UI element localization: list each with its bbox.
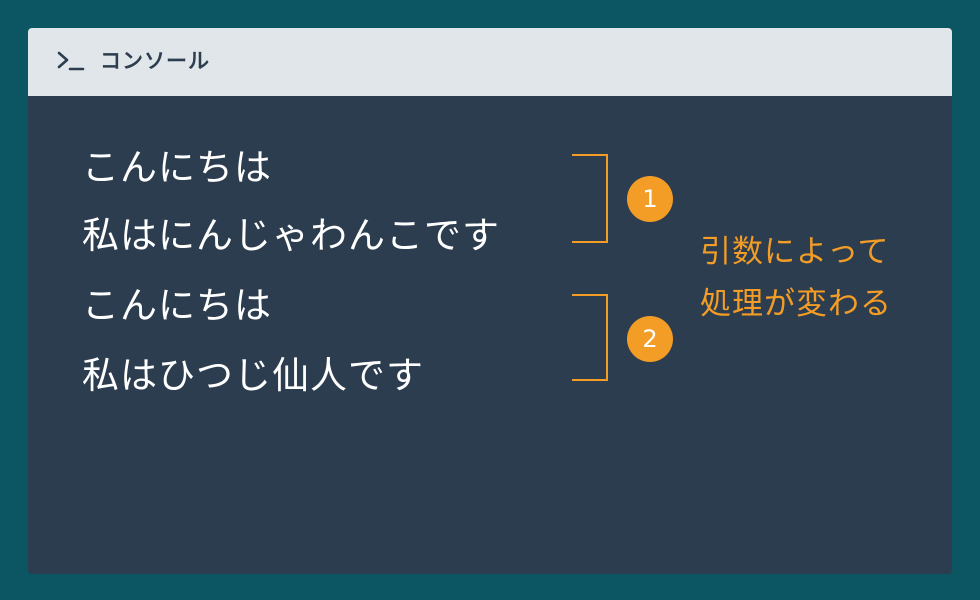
group-bracket-1 bbox=[572, 154, 608, 243]
terminal-prompt-icon bbox=[57, 51, 85, 71]
annotation-line-2: 処理が変わる bbox=[700, 286, 892, 322]
console-title: コンソール bbox=[100, 49, 210, 73]
number-badge-1: 1 bbox=[627, 176, 673, 222]
group-bracket-2 bbox=[572, 294, 608, 381]
console-output-line: 私はにんじゃわんこです bbox=[82, 214, 500, 257]
console-window: コンソール こんにちは 私はにんじゃわんこです こんにちは 私はひつじ仙人です … bbox=[28, 28, 952, 574]
number-badge-2: 2 bbox=[627, 316, 673, 362]
console-output-line: こんにちは bbox=[82, 284, 272, 327]
console-titlebar: コンソール bbox=[28, 28, 952, 96]
annotation-line-1: 引数によって bbox=[700, 234, 890, 270]
console-output-line: こんにちは bbox=[82, 146, 272, 189]
annotation-note: 引数によって 処理が変わる bbox=[700, 226, 892, 330]
console-output-line: 私はひつじ仙人です bbox=[82, 354, 424, 397]
